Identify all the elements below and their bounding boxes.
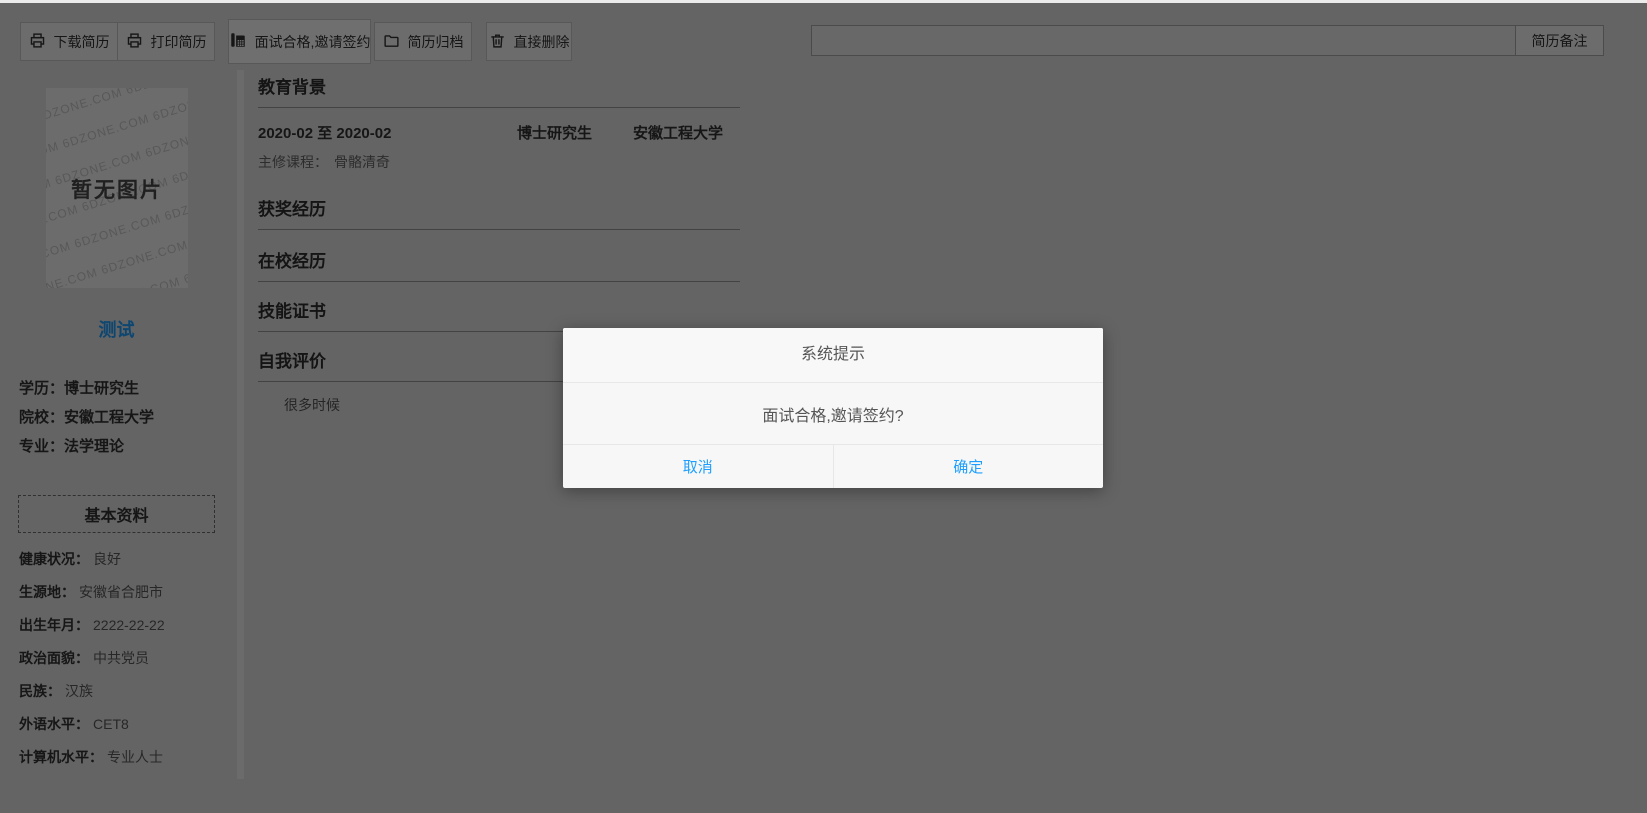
system-prompt-dialog: 系统提示 面试合格,邀请签约? 取消 确定 (563, 328, 1103, 488)
dialog-title: 系统提示 (563, 328, 1103, 383)
top-edge-strip (0, 0, 1647, 3)
confirm-button[interactable]: 确定 (833, 445, 1104, 488)
resume-detail-page: 下载简历 打印简历 面试合格,邀请签约 (0, 0, 1647, 813)
dialog-footer: 取消 确定 (563, 445, 1103, 488)
dialog-message: 面试合格,邀请签约? (563, 383, 1103, 445)
cancel-button[interactable]: 取消 (563, 445, 833, 488)
